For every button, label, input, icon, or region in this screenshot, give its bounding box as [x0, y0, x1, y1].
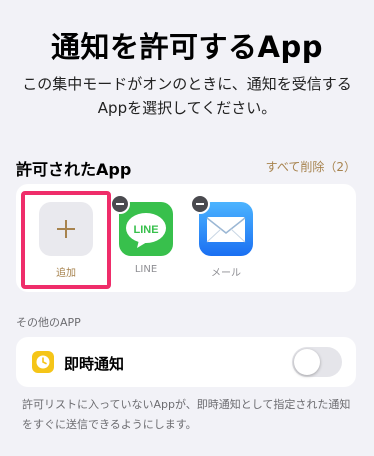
app-label-line: LINE [134, 264, 158, 275]
add-app-label: 追加 [56, 268, 76, 279]
page-title: 通知を許可するApp [51, 30, 323, 64]
remove-mail-button[interactable] [190, 194, 210, 214]
add-icon-tile[interactable] [39, 202, 93, 256]
allowed-apps-card: 追加 LINE LINE メール [16, 184, 356, 292]
toggle-knob [294, 349, 320, 375]
remove-line-button[interactable] [110, 194, 130, 214]
svg-text:LINE: LINE [133, 224, 158, 236]
footer-note: 許可リストに入っていないAppが、即時通知として指定された通知をすぐに送信できる… [22, 398, 351, 431]
time-sensitive-label: 即時通知 [64, 355, 125, 373]
app-tile-line[interactable]: LINE LINE [110, 194, 174, 275]
app-tile-mail[interactable]: メール [190, 194, 254, 279]
add-app-button[interactable]: 追加 [38, 202, 94, 279]
plus-icon [57, 220, 75, 238]
time-sensitive-row[interactable]: 即時通知 [16, 337, 356, 387]
other-apps-header: その他のAPP [16, 316, 81, 329]
delete-all-button[interactable]: すべて削除（2） [266, 158, 356, 175]
page-subtitle: この集中モードがオンのときに、通知を受信するAppを選択してください。 [22, 75, 352, 117]
allowed-apps-header: 許可されたApp [16, 160, 132, 179]
app-label-mail: メール [211, 268, 241, 279]
time-sensitive-toggle[interactable] [292, 347, 342, 377]
clock-icon [32, 351, 54, 373]
